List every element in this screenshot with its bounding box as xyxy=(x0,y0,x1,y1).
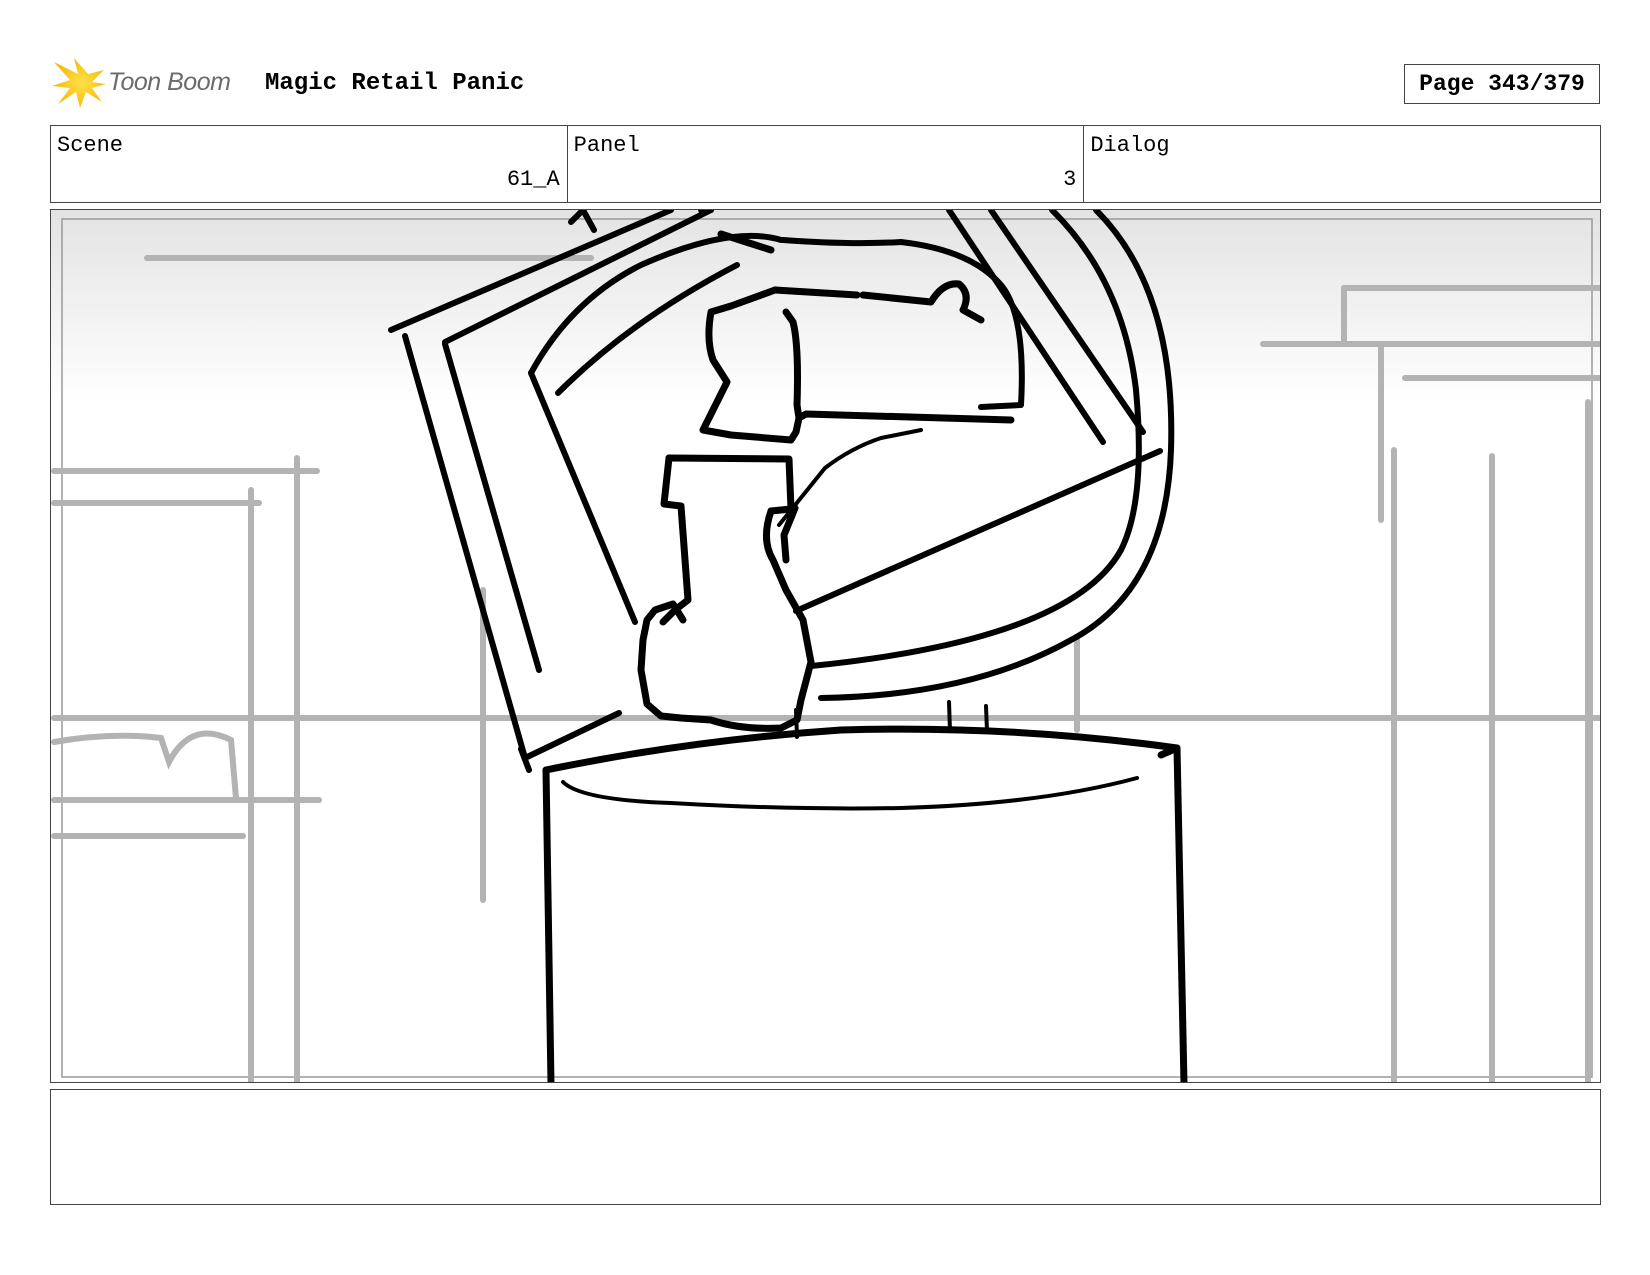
panel-cell: Panel 3 xyxy=(568,126,1085,202)
logo-text: Toon Boom xyxy=(108,68,231,96)
scene-label: Scene xyxy=(57,133,124,158)
project-title: Magic Retail Panic xyxy=(265,70,525,97)
scene-cell: Scene 61_A xyxy=(51,126,568,202)
dialog-label: Dialog xyxy=(1090,133,1170,158)
panel-sketch xyxy=(51,210,1600,1082)
dialog-cell: Dialog xyxy=(1084,126,1600,202)
storyboard-panel xyxy=(50,209,1601,1083)
panel-value: 3 xyxy=(1063,167,1077,192)
info-table: Scene 61_A Panel 3 Dialog xyxy=(50,125,1601,203)
scene-value: 61_A xyxy=(506,167,560,192)
page-indicator: Page 343/379 xyxy=(1404,64,1600,104)
panel-label: Panel xyxy=(573,133,640,158)
action-notes-box xyxy=(50,1089,1601,1205)
